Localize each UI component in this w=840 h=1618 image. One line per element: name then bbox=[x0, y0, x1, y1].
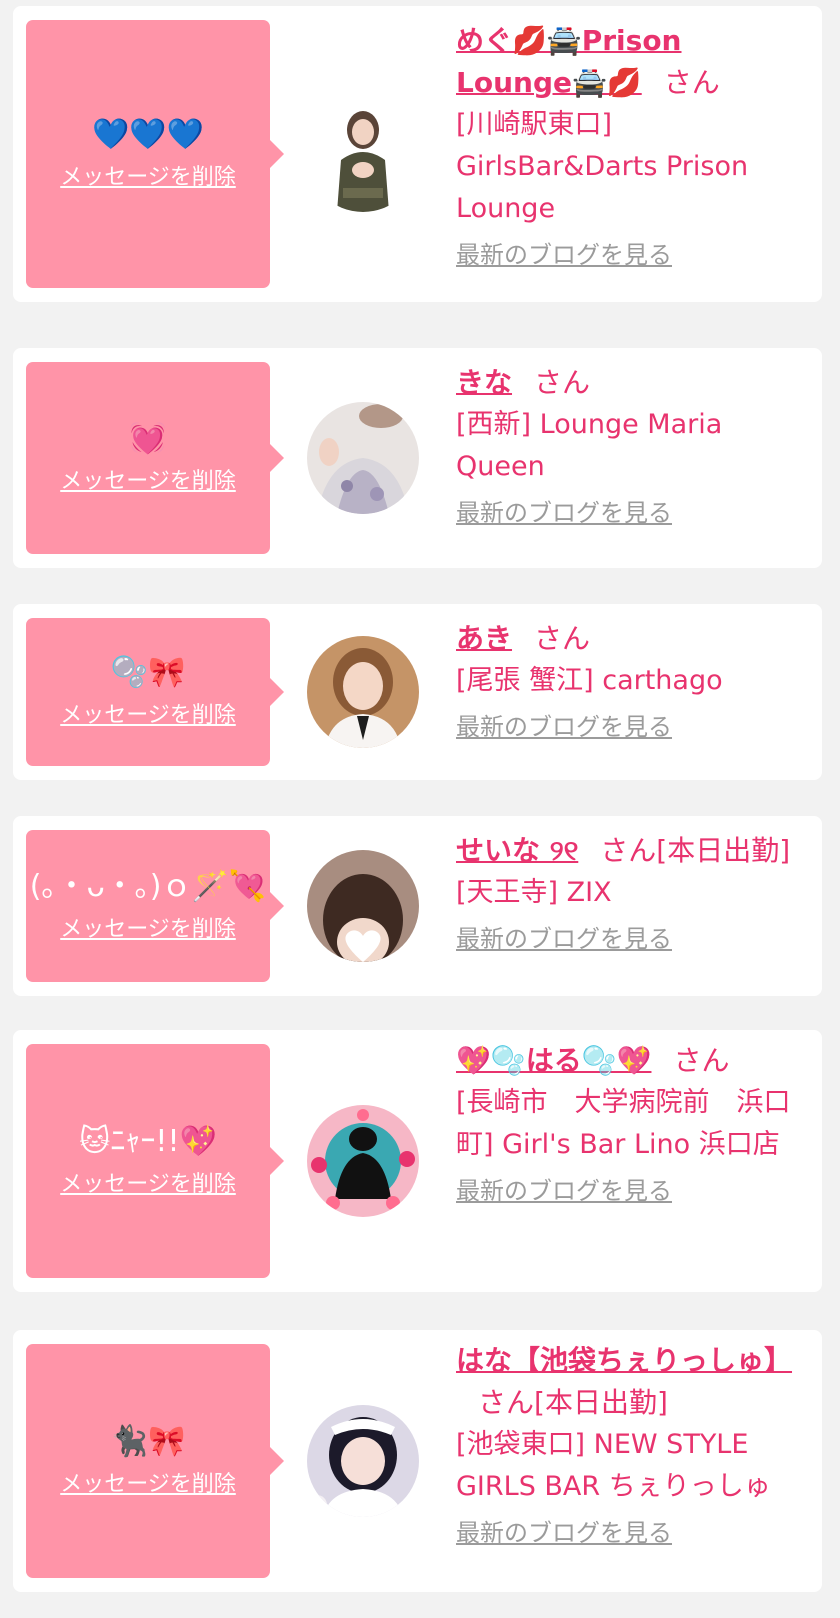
shop-name: [天王寺] ZIX bbox=[456, 877, 612, 908]
girl-name-link[interactable]: めぐ💋🚔Prison Lounge🚔💋 bbox=[456, 24, 682, 99]
honorific: さん bbox=[600, 834, 657, 867]
message-bubble: 🐱ﾆｬｰ!!💖 メッセージを削除 bbox=[26, 1044, 284, 1278]
girl-name-link[interactable]: きな bbox=[456, 366, 512, 399]
message-card: 🫧🎀 メッセージを削除 あき さん [尾張 蟹江] carthago 最新のブログ… bbox=[13, 604, 822, 780]
avatar-image bbox=[307, 636, 419, 748]
message-card: 🐱ﾆｬｰ!!💖 メッセージを削除 💖🫧はる🫧💖 さん [長崎市 大学病院前 浜口町… bbox=[13, 1030, 822, 1292]
message-bubble: 💓 メッセージを削除 bbox=[26, 362, 284, 554]
honorific: さん bbox=[534, 622, 591, 655]
shop-name: [長崎市 大学病院前 浜口町] Girl's Bar Lino 浜口店 bbox=[456, 1087, 791, 1160]
avatar[interactable] bbox=[307, 100, 419, 212]
avatar-image bbox=[307, 100, 419, 212]
delete-message-link[interactable]: メッセージを削除 bbox=[60, 467, 236, 497]
girl-info: めぐ💋🚔Prison Lounge🚔💋 さん [川崎駅東口] GirlsBar&D… bbox=[456, 20, 806, 272]
girl-info: はな【池袋ちぇりっしゅ】さん[本日出勤] [池袋東口] NEW STYLE GI… bbox=[456, 1340, 806, 1550]
message-text: 💙💙💙 bbox=[91, 117, 205, 152]
avatar-image bbox=[307, 402, 419, 514]
shop-name: [尾張 蟹江] carthago bbox=[456, 665, 723, 696]
avatar-image bbox=[307, 1105, 419, 1217]
delete-message-link[interactable]: メッセージを削除 bbox=[60, 1170, 236, 1200]
latest-blog-link[interactable]: 最新のブログを見る bbox=[456, 238, 672, 272]
honorific: さん bbox=[478, 1386, 535, 1419]
message-card: 💓 メッセージを削除 きな さん [西新] Lounge Maria Queen … bbox=[13, 348, 822, 568]
latest-blog-link[interactable]: 最新のブログを見る bbox=[456, 496, 672, 530]
latest-blog-link[interactable]: 最新のブログを見る bbox=[456, 1174, 672, 1208]
girl-info: 💖🫧はる🫧💖 さん [長崎市 大学病院前 浜口町] Girl's Bar Lino… bbox=[456, 1040, 806, 1208]
message-card: (｡・ᴗ・｡)ｏ🪄💘 メッセージを削除 せいな ୨୧ さん[本日出勤] [天王寺]… bbox=[13, 816, 822, 996]
latest-blog-link[interactable]: 最新のブログを見る bbox=[456, 922, 672, 956]
name-line: はな【池袋ちぇりっしゅ】さん[本日出勤] bbox=[456, 1340, 806, 1424]
delete-message-link[interactable]: メッセージを削除 bbox=[60, 915, 236, 945]
name-line: あき さん bbox=[456, 618, 806, 660]
message-bubble: 🐈‍⬛🎀 メッセージを削除 bbox=[26, 1344, 284, 1578]
message-text: 💓 bbox=[129, 421, 167, 456]
name-line: きな さん bbox=[456, 362, 806, 404]
avatar[interactable] bbox=[307, 636, 419, 748]
message-text: (｡・ᴗ・｡)ｏ🪄💘 bbox=[29, 869, 267, 904]
latest-blog-link[interactable]: 最新のブログを見る bbox=[456, 710, 672, 744]
girl-info: あき さん [尾張 蟹江] carthago 最新のブログを見る bbox=[456, 618, 806, 744]
girl-name-link[interactable]: せいな ୨୧ bbox=[456, 834, 578, 867]
message-card: 💙💙💙 メッセージを削除 めぐ💋🚔Prison Lounge🚔💋 さん [川崎駅東… bbox=[13, 6, 822, 302]
honorific: さん bbox=[663, 66, 720, 99]
name-line: 💖🫧はる🫧💖 さん bbox=[456, 1040, 806, 1082]
avatar[interactable] bbox=[307, 1405, 419, 1517]
shop-name: [西新] Lounge Maria Queen bbox=[456, 409, 723, 482]
girl-name-link[interactable]: あき bbox=[456, 622, 512, 655]
message-list: 💙💙💙 メッセージを削除 めぐ💋🚔Prison Lounge🚔💋 さん [川崎駅東… bbox=[0, 0, 840, 1618]
girl-info: きな さん [西新] Lounge Maria Queen 最新のブログを見る bbox=[456, 362, 806, 530]
shop-name: [池袋東口] NEW STYLE GIRLS BAR ちぇりっしゅ bbox=[456, 1429, 771, 1502]
avatar[interactable] bbox=[307, 402, 419, 514]
girl-name-link[interactable]: 💖🫧はる🫧💖 bbox=[456, 1044, 651, 1077]
latest-blog-link[interactable]: 最新のブログを見る bbox=[456, 1516, 672, 1550]
attendance-badge: [本日出勤] bbox=[656, 834, 791, 867]
honorific: さん bbox=[673, 1044, 730, 1077]
message-bubble: (｡・ᴗ・｡)ｏ🪄💘 メッセージを削除 bbox=[26, 830, 284, 982]
avatar[interactable] bbox=[307, 850, 419, 962]
girl-name-link[interactable]: はな【池袋ちぇりっしゅ】 bbox=[456, 1344, 792, 1377]
avatar[interactable] bbox=[307, 1105, 419, 1217]
girl-info: せいな ୨୧ さん[本日出勤] [天王寺] ZIX 最新のブログを見る bbox=[456, 830, 806, 956]
avatar-image bbox=[307, 1405, 419, 1517]
name-line: せいな ୨୧ さん[本日出勤] bbox=[456, 830, 806, 872]
message-text: 🐱ﾆｬｰ!!💖 bbox=[79, 1124, 217, 1159]
shop-name: [川崎駅東口] GirlsBar&Darts Prison Lounge bbox=[456, 109, 749, 224]
message-bubble: 💙💙💙 メッセージを削除 bbox=[26, 20, 284, 288]
delete-message-link[interactable]: メッセージを削除 bbox=[60, 701, 236, 731]
delete-message-link[interactable]: メッセージを削除 bbox=[60, 1470, 236, 1500]
attendance-badge: [本日出勤] bbox=[534, 1386, 668, 1419]
message-bubble: 🫧🎀 メッセージを削除 bbox=[26, 618, 284, 766]
message-text: 🐈‍⬛🎀 bbox=[110, 1424, 186, 1459]
avatar-image bbox=[307, 850, 419, 962]
honorific: さん bbox=[534, 366, 591, 399]
message-text: 🫧🎀 bbox=[110, 655, 186, 690]
name-line: めぐ💋🚔Prison Lounge🚔💋 さん bbox=[456, 20, 806, 104]
delete-message-link[interactable]: メッセージを削除 bbox=[60, 163, 236, 193]
message-card: 🐈‍⬛🎀 メッセージを削除 はな【池袋ちぇりっしゅ】さん[本日出勤] [池袋東口… bbox=[13, 1330, 822, 1592]
